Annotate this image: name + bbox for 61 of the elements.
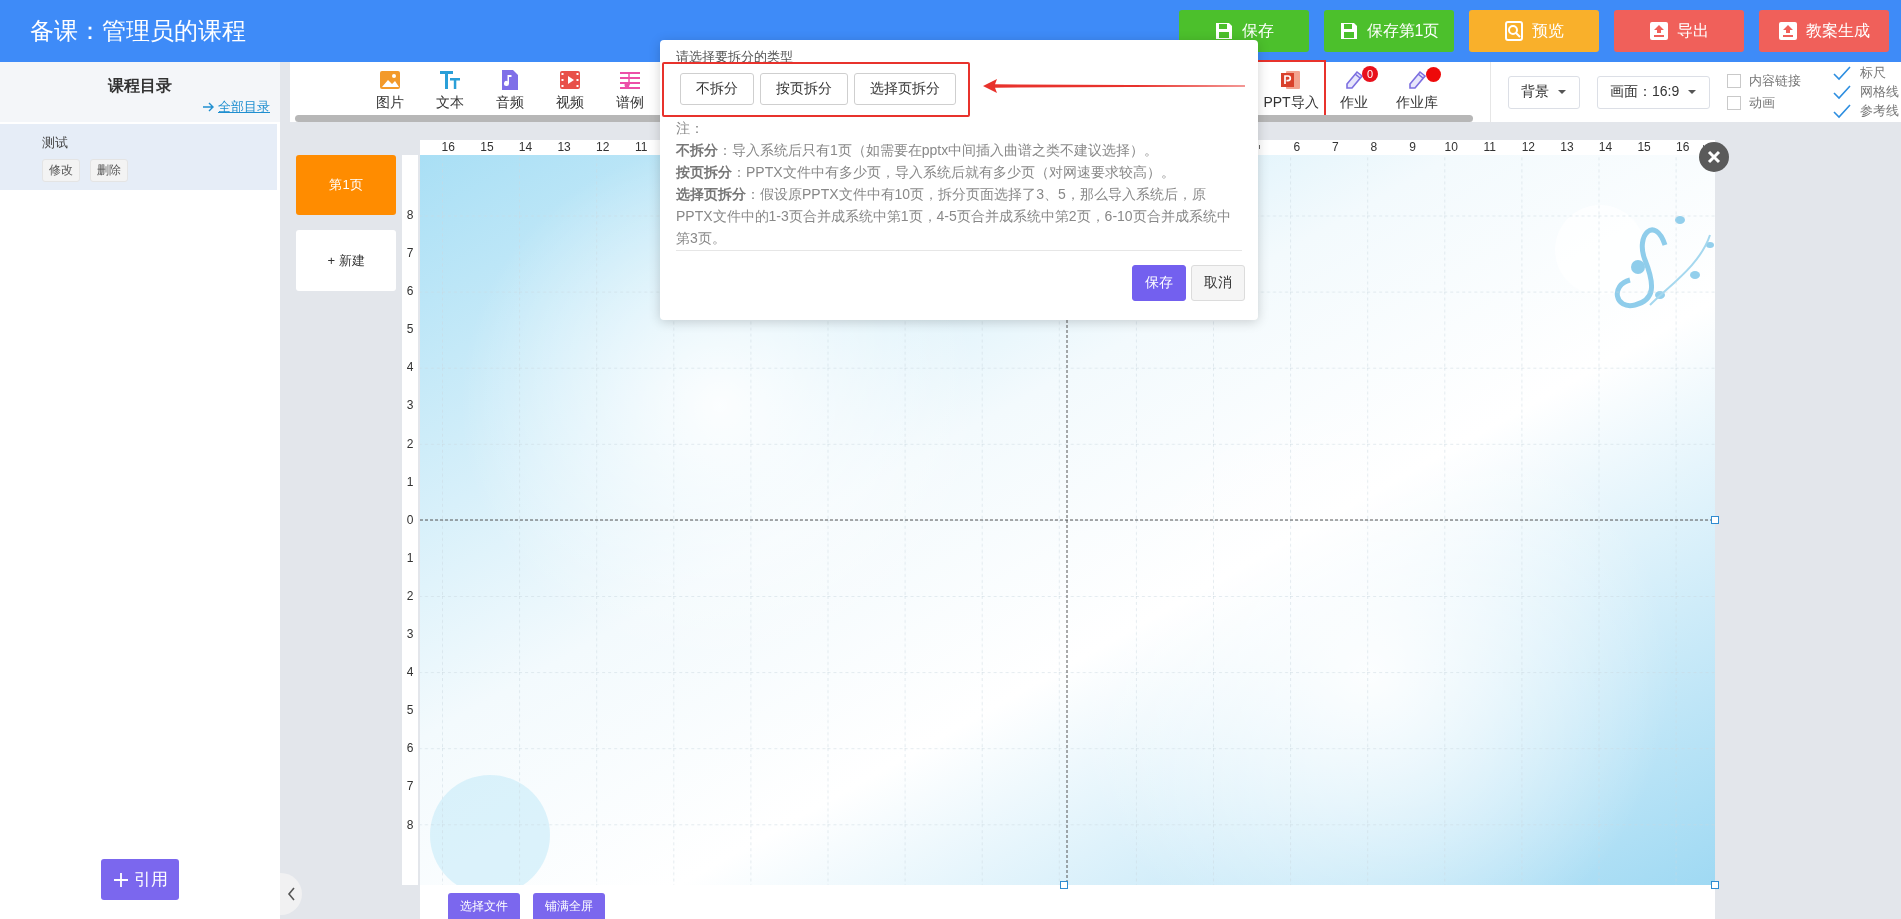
- lesson-name: 测试: [42, 134, 69, 152]
- split-option-button[interactable]: 选择页拆分: [854, 73, 956, 105]
- checkbox[interactable]: [1727, 96, 1742, 110]
- upload-icon: [1778, 21, 1798, 41]
- video-icon: [559, 69, 581, 91]
- text-icon: [439, 69, 461, 91]
- notification-dot: [1426, 67, 1441, 82]
- sidebar-title: 课程目录: [106, 76, 173, 96]
- option-label: 内容链接: [1749, 72, 1802, 90]
- toolbar-tool[interactable]: 图片: [360, 62, 420, 112]
- pencil-icon: [1406, 69, 1428, 91]
- cancel-button[interactable]: 取消: [1191, 265, 1245, 301]
- toolbar-tool[interactable]: 文本: [420, 62, 480, 112]
- chevron-left-icon: [286, 887, 296, 901]
- vertical-ruler: 8 7 6 5 4 3 2 1 0 1 2 3 4 5 6 7 8: [402, 155, 418, 885]
- floppy-icon: [1338, 21, 1359, 41]
- pencil-icon: [1343, 69, 1365, 91]
- option-label: 参考线: [1860, 102, 1900, 120]
- toolbar-tool[interactable]: 谱例: [600, 62, 660, 112]
- option-label: 网格线: [1860, 83, 1900, 101]
- note-text: 选择页拆分：假设原PPTX文件中有10页，拆分页面选择了3、5，那么导入系统后，原PPTX文件中的1-3页合并成系统中第1页，4-5页合并成系统中第2页，6-10页合并成系统中第3页。: [676, 185, 1232, 248]
- dropdown[interactable]: 画面：16:9: [1597, 75, 1711, 109]
- music-file-icon: [499, 69, 521, 91]
- toolbar-tool[interactable]: PPT导入: [1258, 62, 1324, 117]
- toolbar-tool[interactable]: 音频: [480, 62, 540, 112]
- new-page-button[interactable]: + 新建: [296, 230, 396, 291]
- powerpoint-icon: [1280, 69, 1302, 91]
- option-label: 动画: [1749, 94, 1776, 112]
- dialog-prompt: 请选择要拆分的类型: [676, 48, 794, 66]
- lesson-action-button[interactable]: 删除: [90, 159, 128, 182]
- toolbar-tool[interactable]: 视频: [540, 62, 600, 112]
- caret-icon: [1557, 89, 1567, 95]
- split-option-button[interactable]: 不拆分: [680, 73, 754, 105]
- image-icon: [379, 69, 401, 91]
- count-badge: 0: [1362, 66, 1378, 82]
- staff-icon: [619, 69, 641, 91]
- plus-icon: [112, 871, 129, 888]
- arrow-icon: [202, 101, 214, 113]
- magnifier-icon: [1504, 21, 1524, 41]
- caret-icon: [1687, 89, 1698, 95]
- checkbox[interactable]: [1727, 74, 1742, 88]
- resize-handle[interactable]: [1060, 881, 1068, 889]
- close-icon: [1699, 142, 1729, 172]
- note-heading: 注：: [676, 119, 705, 138]
- upload-icon: [1649, 21, 1669, 41]
- toolbar-tool[interactable]: 作业 0: [1324, 62, 1384, 112]
- dropdown[interactable]: 背景: [1508, 75, 1580, 109]
- save-button[interactable]: 保存: [1132, 265, 1186, 301]
- collapse-button[interactable]: [280, 873, 302, 915]
- split-option-button[interactable]: 按页拆分: [760, 73, 848, 105]
- page-title: 备课：管理员的课程: [30, 16, 246, 46]
- option-label: 标尺: [1860, 64, 1887, 82]
- lesson-item[interactable]: 测试 修改 删除: [0, 124, 277, 190]
- canvas-action-button[interactable]: 选择文件: [448, 893, 520, 919]
- lesson-action-button[interactable]: 修改: [42, 159, 80, 182]
- note-text: 按页拆分：PPTX文件中有多少页，导入系统后就有多少页（对网速要求较高）。: [676, 163, 1176, 182]
- resize-handle[interactable]: [1711, 516, 1719, 524]
- toolbar-tool[interactable]: 作业库: [1384, 62, 1450, 112]
- canvas-action-button[interactable]: 铺满全屏: [533, 893, 605, 919]
- resize-handle[interactable]: [1711, 881, 1719, 889]
- cite-button[interactable]: 引用: [101, 859, 179, 900]
